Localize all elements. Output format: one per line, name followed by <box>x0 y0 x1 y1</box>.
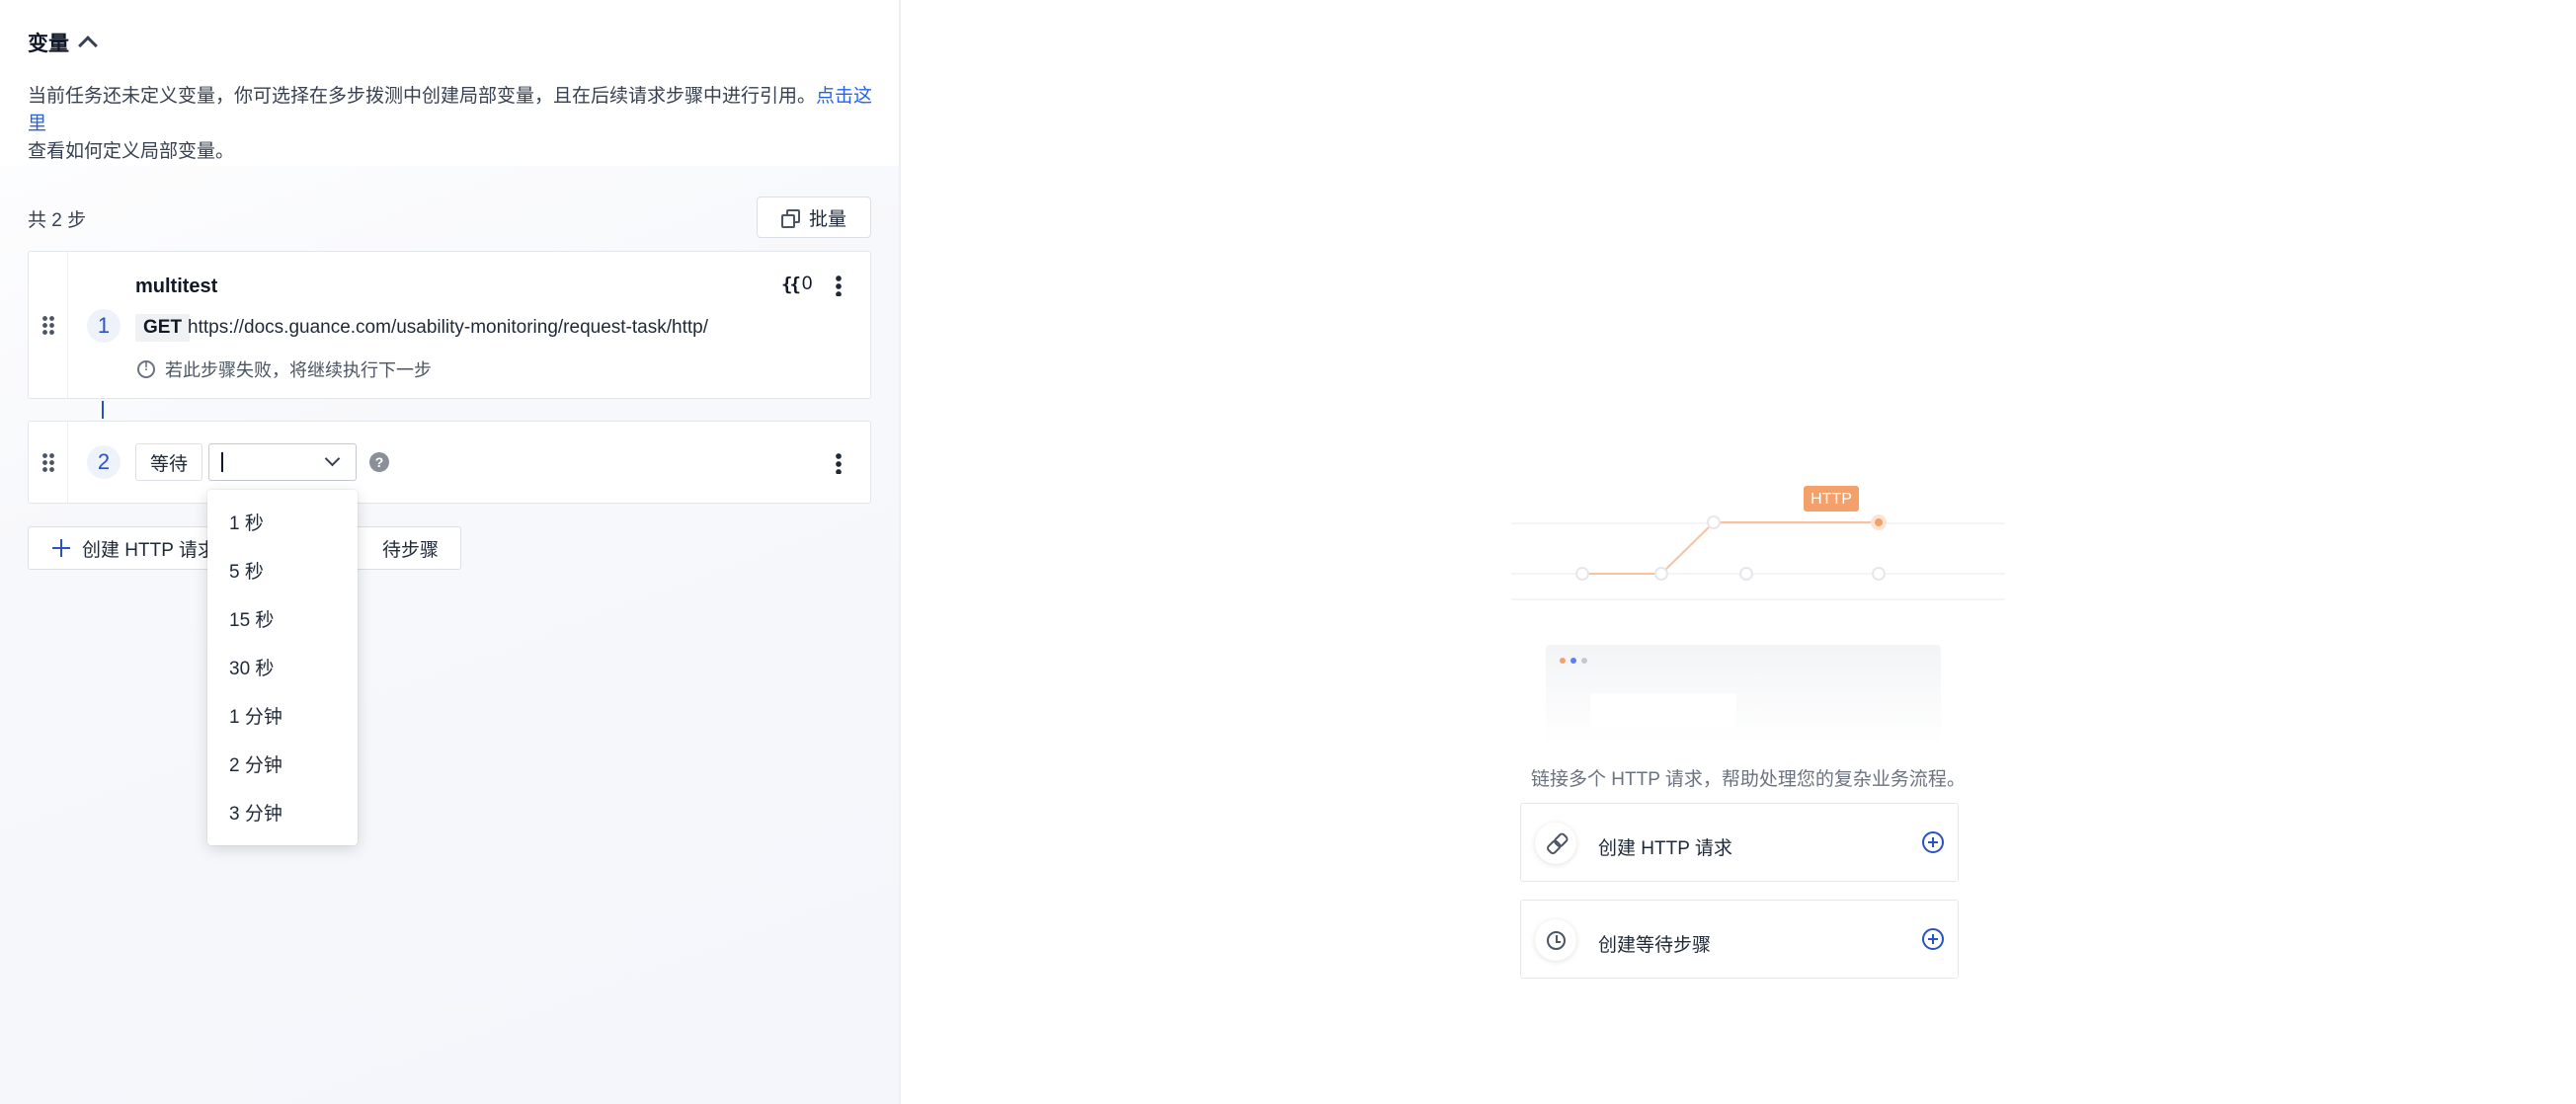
variables-section: 变量 当前任务还未定义变量，你可选择在多步拨测中创建局部变量，且在后续请求步骤中… <box>0 0 899 166</box>
http-method-badge: GET <box>135 314 191 342</box>
plus-icon <box>52 539 70 557</box>
info-icon <box>137 359 155 378</box>
variables-toggle[interactable]: 变量 <box>28 28 98 57</box>
step-count: 共 2 步 <box>28 210 87 231</box>
batch-button-label: 批量 <box>808 208 846 230</box>
wait-type-tag: 等待 <box>135 443 203 481</box>
link-icon-wrap <box>1535 823 1576 864</box>
link-icon <box>1543 830 1568 855</box>
more-vertical-icon[interactable] <box>836 275 842 296</box>
braces-icon: {{ <box>781 274 801 295</box>
create-http-request-card[interactable]: 创建 HTTP 请求 <box>1520 803 1959 882</box>
dropdown-option[interactable]: 3 分钟 <box>207 788 358 836</box>
copy-icon <box>780 209 800 228</box>
chevron-down-icon <box>324 450 341 467</box>
create-wait-step-label: 创建等待步骤 <box>1598 935 1712 956</box>
drag-handle[interactable] <box>29 252 68 398</box>
create-wait-step-card[interactable]: 创建等待步骤 <box>1520 900 1959 979</box>
step-variable-count[interactable]: {{ 0 <box>781 274 812 295</box>
variables-description-suffix: 查看如何定义局部变量。 <box>28 141 235 162</box>
empty-state-illustration: HTTP <box>1511 444 2005 744</box>
plus-circle-icon[interactable] <box>1922 831 1944 853</box>
dropdown-option[interactable]: 30 秒 <box>207 643 358 691</box>
dropdown-option[interactable]: 1 秒 <box>207 498 358 546</box>
dropdown-option[interactable]: 5 秒 <box>207 546 358 594</box>
more-vertical-icon[interactable] <box>836 452 842 474</box>
dropdown-option[interactable]: 2 分钟 <box>207 740 358 788</box>
step-card-1[interactable]: 1 multitest {{ 0 GET https://docs.guance… <box>28 251 871 399</box>
add-http-label: 创建 HTTP 请求 <box>82 539 216 561</box>
empty-state-text: 链接多个 HTTP 请求，帮助处理您的复杂业务流程。 <box>1531 769 1966 790</box>
chevron-up-icon <box>78 36 98 55</box>
add-wait-label: 待步骤 <box>381 539 439 561</box>
step-number: 1 <box>87 309 121 343</box>
variables-description-text: 当前任务还未定义变量，你可选择在多步拨测中创建局部变量，且在后续请求步骤中进行引… <box>28 86 817 107</box>
step-number: 2 <box>87 445 121 479</box>
step-name: multitest <box>135 276 218 297</box>
clock-icon-wrap <box>1535 919 1576 961</box>
step-url: https://docs.guance.com/usability-monito… <box>188 317 708 338</box>
drag-handle-icon <box>40 315 55 335</box>
text-caret <box>221 452 223 472</box>
drag-handle[interactable] <box>29 422 68 503</box>
variables-title: 变量 <box>28 33 69 55</box>
wait-duration-dropdown: 1 秒 5 秒 15 秒 30 秒 1 分钟 2 分钟 3 分钟 <box>207 490 358 845</box>
clock-icon <box>1546 930 1566 950</box>
failure-hint-text: 若此步骤失败，将继续执行下一步 <box>165 360 432 380</box>
http-badge-label: HTTP <box>1811 491 1852 508</box>
failure-hint: 若此步骤失败，将继续执行下一步 <box>137 356 432 382</box>
left-panel: 变量 当前任务还未定义变量，你可选择在多步拨测中创建局部变量，且在后续请求步骤中… <box>0 0 901 1104</box>
drag-handle-icon <box>40 452 55 472</box>
variables-description: 当前任务还未定义变量，你可选择在多步拨测中创建局部变量，且在后续请求步骤中进行引… <box>28 83 877 166</box>
help-icon[interactable]: ? <box>369 452 389 472</box>
plus-circle-icon[interactable] <box>1922 928 1944 950</box>
variable-count-value: 0 <box>801 274 813 294</box>
batch-button[interactable]: 批量 <box>757 197 871 238</box>
dropdown-option[interactable]: 15 秒 <box>207 594 358 643</box>
step-card-2[interactable]: 2 等待 ? <box>28 421 871 504</box>
create-http-request-label: 创建 HTTP 请求 <box>1598 838 1732 859</box>
step-connector <box>102 401 104 419</box>
dropdown-option[interactable]: 1 分钟 <box>207 691 358 740</box>
wait-duration-select[interactable] <box>208 443 357 481</box>
